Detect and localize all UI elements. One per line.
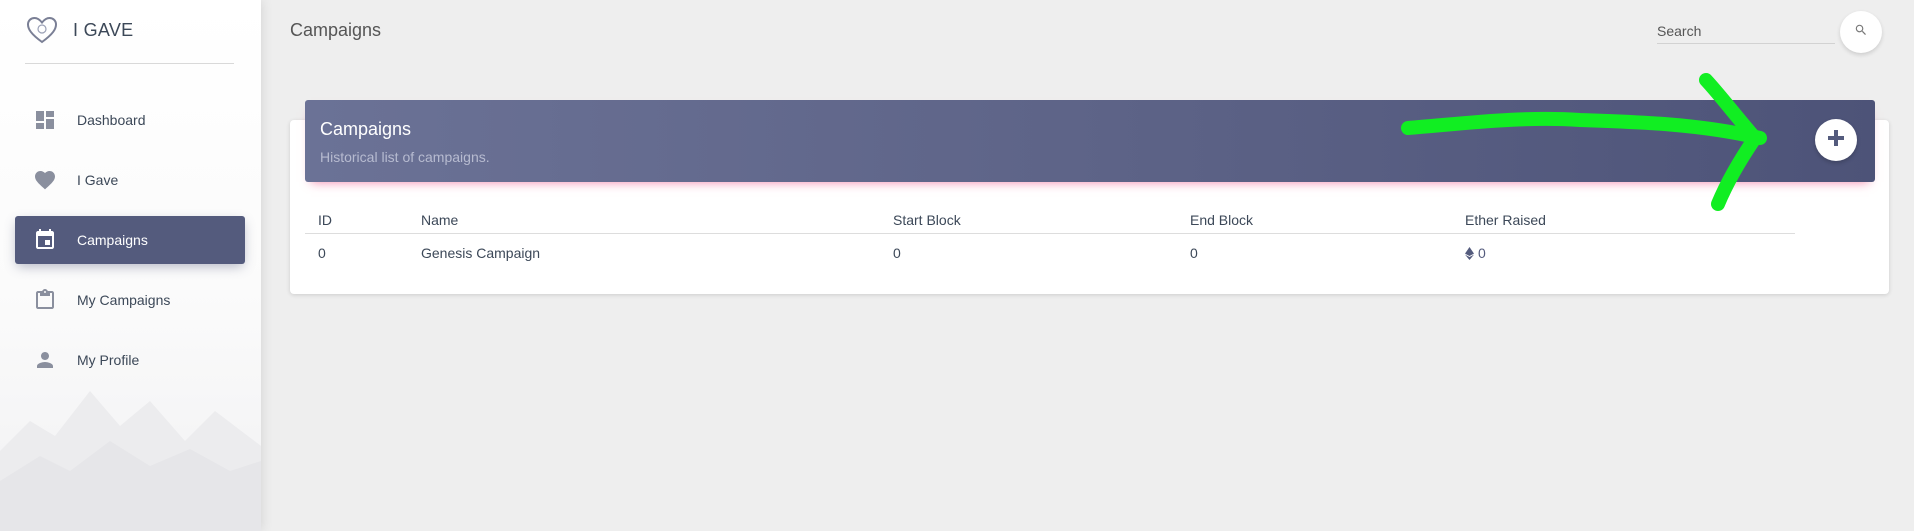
sidebar-item-label: Campaigns: [77, 232, 148, 248]
ether-raised-value: 0: [1478, 245, 1486, 261]
sidebar-item-i-gave[interactable]: I Gave: [15, 156, 245, 204]
search-button[interactable]: [1840, 11, 1882, 53]
sidebar-item-my-campaigns[interactable]: My Campaigns: [15, 276, 245, 324]
sidebar-item-my-profile[interactable]: My Profile: [15, 336, 245, 384]
column-header-id: ID: [318, 212, 332, 228]
sidebar-item-label: I Gave: [77, 172, 119, 188]
column-header-end-block: End Block: [1190, 212, 1254, 228]
dashboard-icon: [33, 108, 57, 132]
table-row[interactable]: 0 Genesis Campaign 0 0 0: [305, 234, 1795, 272]
card-subtitle: Historical list of campaigns.: [320, 149, 490, 165]
heart-outline-icon: [25, 15, 59, 45]
sidebar: I GAVE Dashboard I Gave Campaigns My Cam…: [0, 0, 261, 531]
sidebar-divider: [25, 63, 234, 64]
sidebar-item-label: My Campaigns: [77, 292, 171, 308]
cell-end-block: 0: [1190, 245, 1198, 261]
brand-name: I GAVE: [73, 19, 134, 40]
search-field: [1657, 20, 1835, 44]
brand-logo[interactable]: I GAVE: [25, 12, 134, 48]
ether-icon: [1465, 246, 1474, 260]
sidebar-item-label: My Profile: [77, 352, 140, 368]
sidebar-item-label: Dashboard: [77, 112, 146, 128]
sidebar-item-dashboard[interactable]: Dashboard: [15, 96, 245, 144]
search-icon: [1854, 23, 1868, 42]
heart-icon: [33, 168, 57, 192]
add-campaign-button[interactable]: [1815, 119, 1857, 161]
column-header-name: Name: [421, 212, 459, 228]
person-icon: [33, 348, 57, 372]
search-input[interactable]: [1657, 20, 1835, 42]
card-title: Campaigns: [320, 119, 412, 139]
sidebar-nav: Dashboard I Gave Campaigns My Campaigns …: [15, 96, 245, 396]
column-header-ether-raised: Ether Raised: [1465, 212, 1546, 228]
cell-id: 0: [318, 245, 326, 261]
table-header-row: ID Name Start Block End Block Ether Rais…: [305, 206, 1795, 234]
campaigns-table: ID Name Start Block End Block Ether Rais…: [305, 206, 1795, 272]
plus-icon: [1826, 128, 1846, 153]
calendar-icon: [33, 228, 57, 252]
clipboard-icon: [33, 288, 57, 312]
page-title: Campaigns: [290, 20, 382, 40]
cell-name: Genesis Campaign: [421, 245, 541, 261]
cell-start-block: 0: [893, 245, 901, 261]
card-header: Campaigns Historical list of campaigns.: [305, 100, 1875, 182]
sidebar-item-campaigns[interactable]: Campaigns: [15, 216, 245, 264]
column-header-start-block: Start Block: [893, 212, 961, 228]
cell-ether-raised: 0: [1465, 245, 1486, 261]
